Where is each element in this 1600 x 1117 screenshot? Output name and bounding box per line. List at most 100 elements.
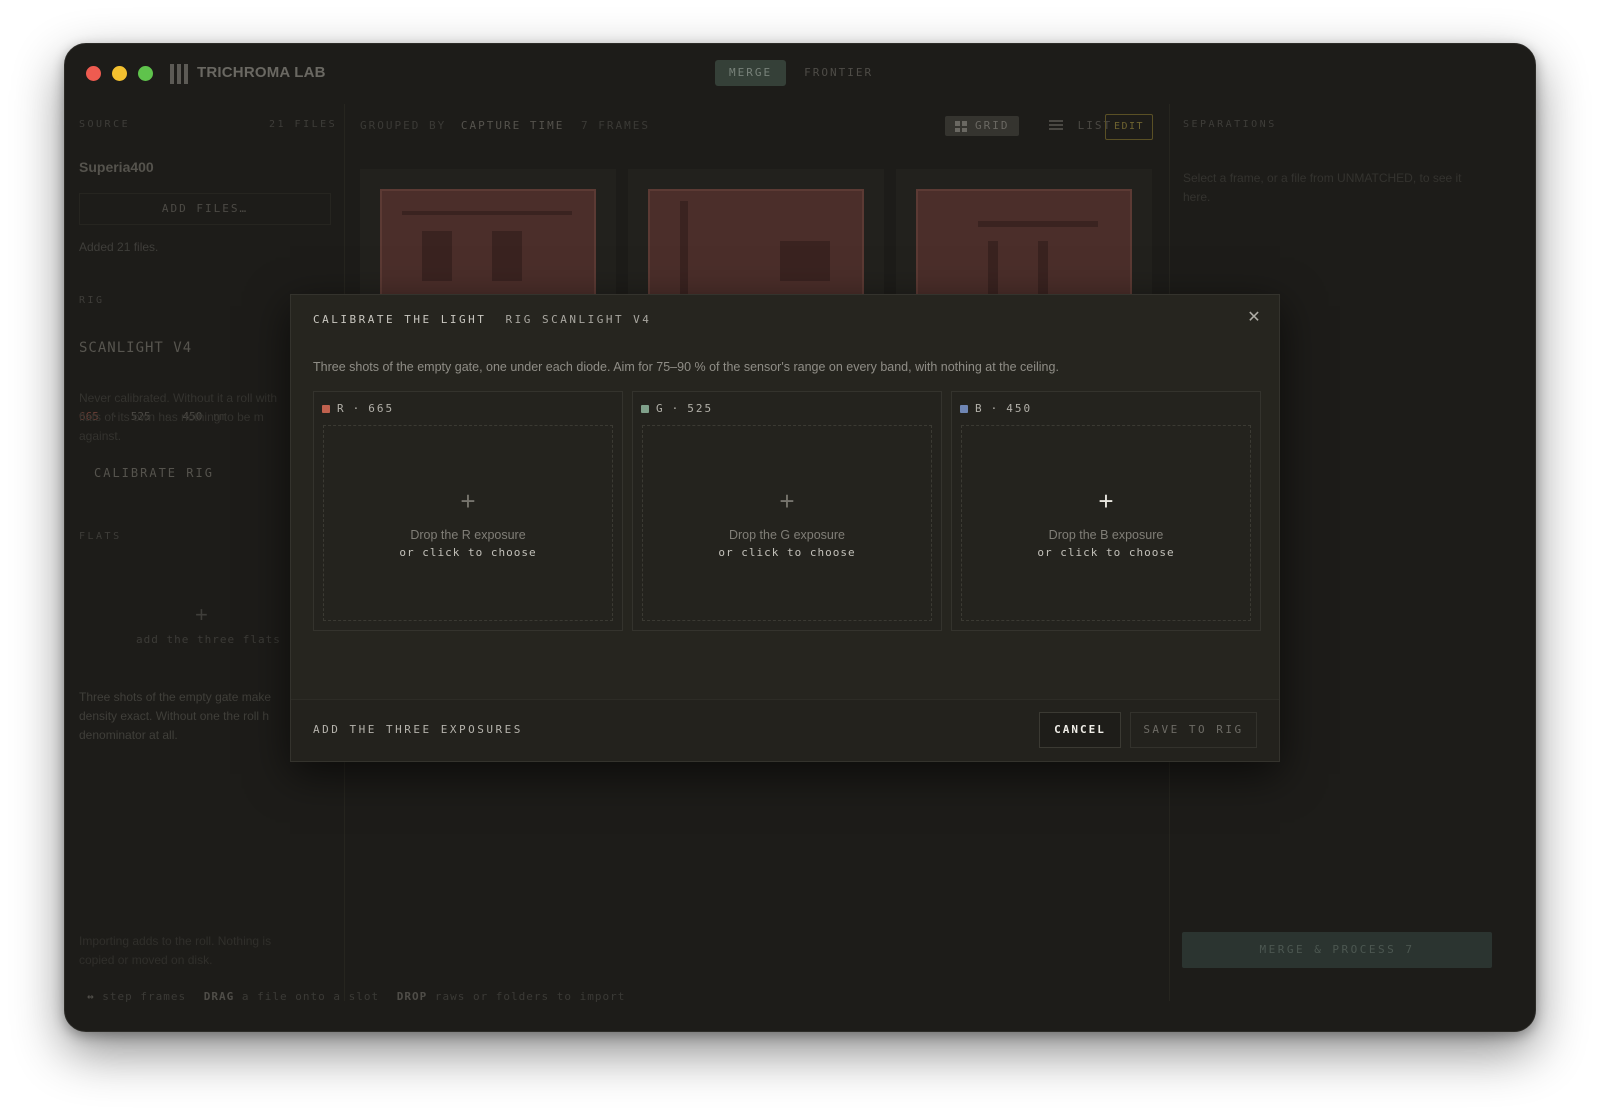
choose-link[interactable]: or click to choose	[324, 546, 612, 559]
rig-calibration-note: Never calibrated. Without it a roll with…	[79, 389, 277, 446]
add-files-button[interactable]: ADD FILES…	[79, 193, 331, 225]
calibrate-modal: CALIBRATE THE LIGHT RIG SCANLIGHT V4 ✕ T…	[290, 294, 1280, 762]
mode-tabs: MERGE FRONTIER	[715, 60, 887, 86]
green-swatch-icon	[641, 404, 649, 413]
frames-count: 7 FRAMES	[580, 119, 650, 132]
flats-note: Three shots of the empty gate make densi…	[79, 688, 271, 745]
minimize-window-button[interactable]	[112, 66, 127, 81]
roll-name: Superia400	[79, 159, 154, 175]
slot-channel: G	[656, 402, 665, 415]
drop-zone[interactable]: + Drop the G exposure or click to choose	[642, 425, 932, 621]
slot-channel: R	[337, 402, 346, 415]
drop-text: Drop the G exposure	[728, 528, 846, 542]
frame-image	[916, 189, 1132, 304]
modal-title-text: CALIBRATE THE LIGHT	[313, 313, 487, 326]
arrows-icon: ↔	[87, 990, 95, 1003]
zoom-window-button[interactable]	[138, 66, 153, 81]
slot-header: B · 450	[960, 402, 1032, 415]
modal-subtitle: RIG SCANLIGHT V4	[505, 313, 652, 326]
cancel-button[interactable]: CANCEL	[1039, 712, 1121, 748]
flats-section-label: FLATS	[79, 531, 122, 542]
slot-wavelength: 665	[368, 402, 395, 415]
view-list-button[interactable]: LIST	[1049, 116, 1112, 136]
slot-header: R · 665	[322, 402, 394, 415]
close-icon[interactable]: ✕	[1245, 309, 1263, 327]
add-flats-plus-icon[interactable]: +	[195, 602, 208, 628]
add-flats-label[interactable]: add the three flats	[136, 633, 281, 646]
status-bar: ↔ step frames DRAG a file onto a slot DR…	[87, 990, 625, 1003]
edit-button[interactable]: EDIT	[1105, 114, 1153, 140]
separations-label: SEPARATIONS	[1183, 119, 1277, 130]
grouping-header: GROUPED BY CAPTURE TIME 7 FRAMES	[360, 119, 650, 132]
slot-separator: ·	[990, 402, 1000, 415]
app-title: TRICHROMA LAB	[197, 64, 326, 81]
app-logo-icon	[170, 64, 188, 84]
separations-hint: Select a frame, or a file from UNMATCHED…	[1183, 169, 1462, 207]
slot-wavelength: 450	[1006, 402, 1033, 415]
drop-zone[interactable]: + Drop the B exposure or click to choose	[961, 425, 1251, 621]
title-bar: TRICHROMA LAB MERGE FRONTIER	[65, 44, 1535, 104]
drop-text: Drop the B exposure	[1048, 528, 1164, 542]
status-step: step frames	[102, 990, 187, 1003]
import-note: Importing adds to the roll. Nothing is c…	[79, 932, 271, 970]
slot-wavelength: 525	[687, 402, 714, 415]
red-swatch-icon	[322, 404, 330, 413]
slot-channel: B	[975, 402, 984, 415]
list-icon	[1049, 120, 1063, 130]
choose-link[interactable]: or click to choose	[962, 546, 1250, 559]
blue-swatch-icon	[960, 404, 968, 413]
save-to-rig-button[interactable]: SAVE TO RIG	[1130, 712, 1257, 748]
exposure-slot-g[interactable]: G · 525 + Drop the G exposure or click t…	[632, 391, 942, 631]
flats-note-line: Three shots of the empty gate make	[79, 690, 272, 704]
rig-section-label: RIG	[79, 295, 105, 306]
modal-footer: ADD THE THREE EXPOSURES CANCEL SAVE TO R…	[291, 699, 1279, 761]
separations-hint-line: here.	[1183, 190, 1211, 204]
slot-header: G · 525	[641, 402, 713, 415]
flats-note-line: denominator at all.	[79, 728, 178, 742]
status-drop-key: DROP	[396, 990, 428, 1003]
plus-icon: +	[460, 486, 476, 516]
rig-note-line: flats of its own has nothing to be m	[79, 410, 264, 424]
tab-merge[interactable]: MERGE	[715, 60, 787, 86]
plus-icon: +	[779, 486, 795, 516]
import-note-line: copied or moved on disk.	[79, 953, 213, 967]
plus-icon: +	[1098, 486, 1114, 516]
separations-hint-line: Select a frame, or a file from UNMATCHED…	[1183, 171, 1462, 185]
slot-separator: ·	[671, 402, 681, 415]
source-section-label: SOURCE	[79, 119, 131, 130]
frame-image	[380, 189, 596, 304]
file-count: 21 FILES	[269, 119, 338, 130]
exposure-slot-b[interactable]: B · 450 + Drop the B exposure or click t…	[951, 391, 1261, 631]
rig-note-line: against.	[79, 429, 122, 443]
grouped-by-value[interactable]: CAPTURE TIME	[461, 119, 564, 132]
grid-icon	[955, 121, 967, 132]
drop-zone[interactable]: + Drop the R exposure or click to choose	[323, 425, 613, 621]
app-window: TRICHROMA LAB MERGE FRONTIER SOURCE 21 F…	[64, 43, 1536, 1032]
choose-link[interactable]: or click to choose	[643, 546, 931, 559]
frame-thumbnail[interactable]	[360, 169, 616, 304]
merge-process-button[interactable]: MERGE & PROCESS 7	[1182, 932, 1492, 968]
close-window-button[interactable]	[86, 66, 101, 81]
view-grid-label: GRID	[975, 119, 1010, 132]
drop-text: Drop the R exposure	[410, 528, 526, 542]
added-files-note: Added 21 files.	[79, 240, 159, 254]
flats-note-line: density exact. Without one the roll h	[79, 709, 270, 723]
import-note-line: Importing adds to the roll. Nothing is	[79, 934, 272, 948]
modal-title: CALIBRATE THE LIGHT RIG SCANLIGHT V4	[313, 313, 651, 326]
modal-description: Three shots of the empty gate, one under…	[313, 360, 1059, 374]
frame-thumbnail[interactable]	[628, 169, 884, 304]
rig-note-line: Never calibrated. Without it a roll with	[79, 391, 278, 405]
status-drop-text: raws or folders to import	[434, 990, 626, 1003]
frame-image	[648, 189, 864, 304]
slot-separator: ·	[352, 402, 362, 415]
status-drag-key: DRAG	[203, 990, 235, 1003]
grouped-by-label: GROUPED BY	[360, 119, 447, 132]
frame-thumbnail[interactable]	[896, 169, 1152, 304]
exposure-slot-r[interactable]: R · 665 + Drop the R exposure or click t…	[313, 391, 623, 631]
tab-frontier[interactable]: FRONTIER	[790, 60, 887, 86]
rig-name: SCANLIGHT V4	[79, 340, 193, 356]
calibrate-rig-button[interactable]: CALIBRATE RIG	[94, 466, 214, 480]
view-grid-button[interactable]: GRID	[945, 116, 1019, 136]
footer-status: ADD THE THREE EXPOSURES	[313, 723, 523, 736]
status-drag-text: a file onto a slot	[241, 990, 380, 1003]
